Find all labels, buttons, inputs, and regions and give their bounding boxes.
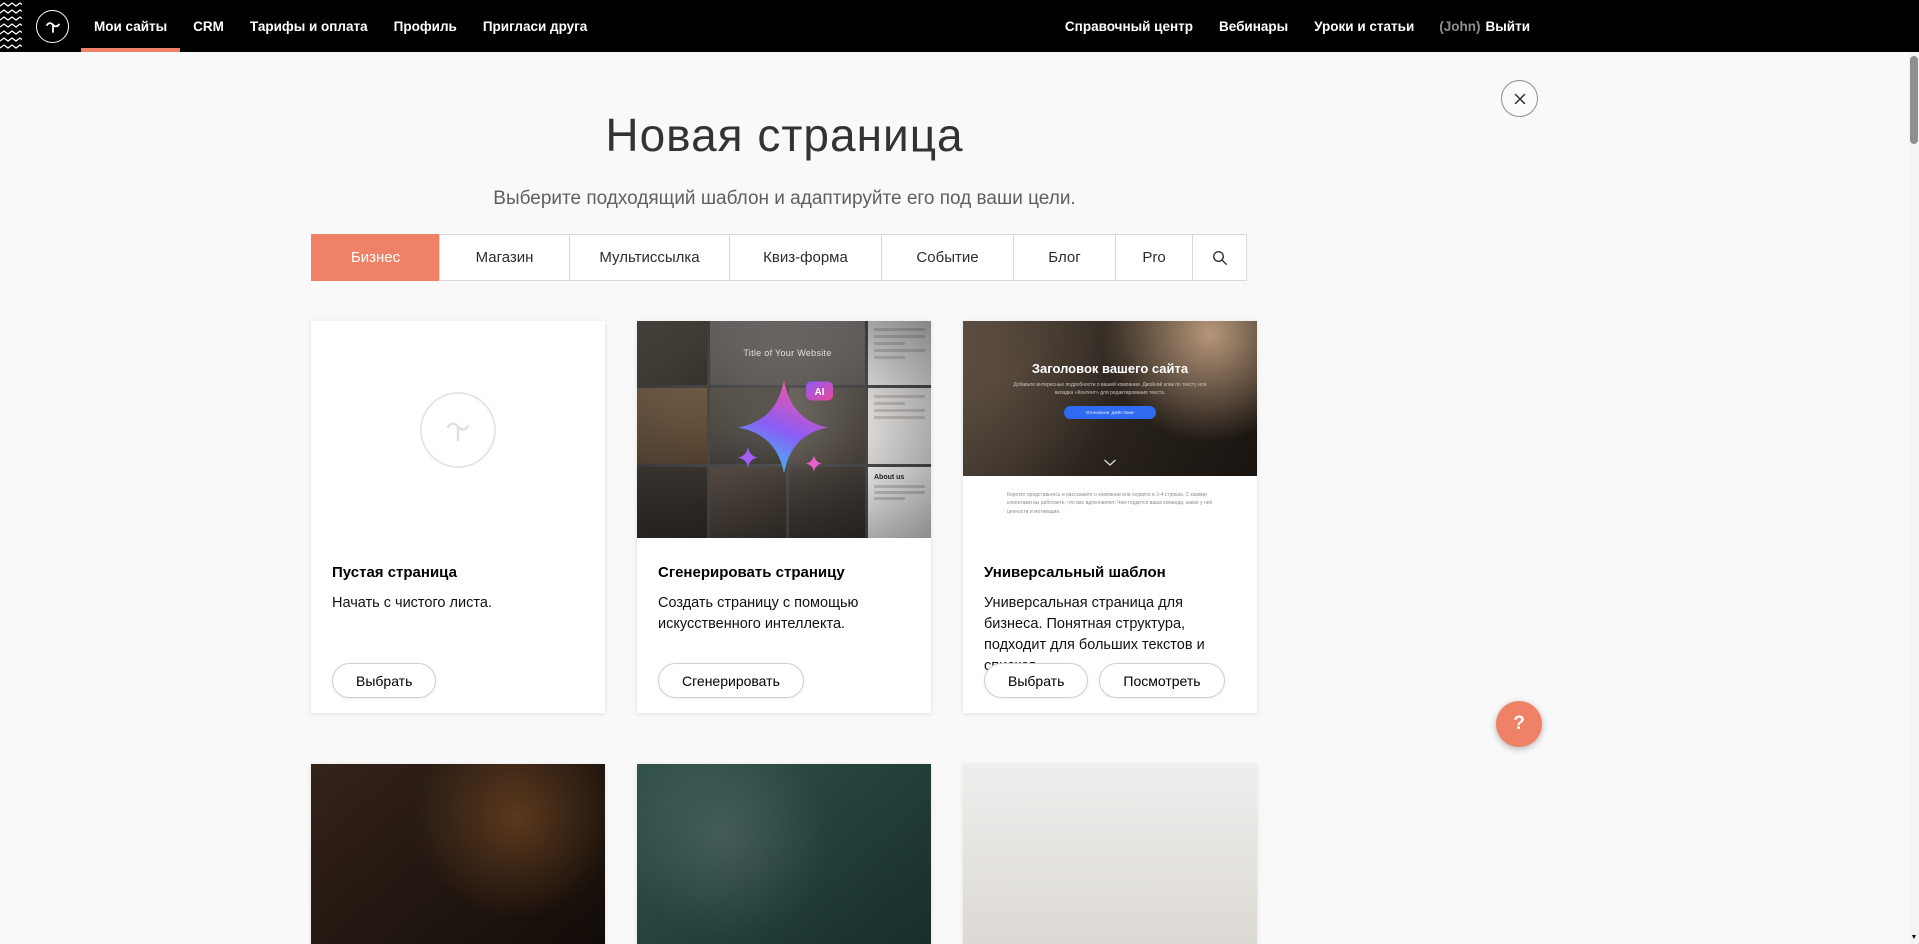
template-card-partial bbox=[311, 764, 605, 944]
top-navbar: Мои сайты CRM Тарифы и оплата Профиль Пр… bbox=[0, 0, 1919, 52]
preview-hero: Заголовок вашего сайта Добавьте интересн… bbox=[963, 321, 1257, 476]
choose-button[interactable]: Выбрать bbox=[332, 663, 436, 698]
card-title: Сгенерировать страницу bbox=[658, 564, 910, 581]
generate-button[interactable]: Сгенерировать bbox=[658, 663, 804, 698]
nav-profile[interactable]: Профиль bbox=[381, 0, 470, 52]
scrollbar[interactable]: ▼ bbox=[1909, 0, 1919, 944]
tab-store[interactable]: Магазин bbox=[439, 234, 570, 281]
template-card-partial bbox=[637, 764, 931, 944]
ai-sparkle-icon: AI bbox=[699, 352, 869, 507]
blank-watermark bbox=[311, 321, 605, 538]
nav-crm[interactable]: CRM bbox=[180, 0, 237, 52]
card-title: Пустая страница bbox=[332, 564, 584, 581]
preview-about-text: Коротко представьтесь и расскажите о ком… bbox=[1007, 491, 1213, 538]
preview-hero-title: Заголовок вашего сайта bbox=[1032, 361, 1188, 376]
close-icon bbox=[1513, 92, 1527, 106]
tab-blog[interactable]: Блог bbox=[1013, 234, 1116, 281]
tilda-watermark-circle bbox=[420, 392, 496, 468]
card-ai-generate: Title of Your Website About us bbox=[637, 321, 931, 713]
card-description: Создать страницу с помощью искусственног… bbox=[658, 593, 910, 635]
preview-about-section: Коротко представьтесь и расскажите о ком… bbox=[963, 476, 1257, 538]
nav-help-center[interactable]: Справочный центр bbox=[1052, 19, 1206, 34]
tilda-logo-icon bbox=[44, 17, 62, 35]
template-preview-image bbox=[963, 764, 1257, 944]
user-chunk: (John) Выйти bbox=[1427, 19, 1542, 34]
primary-nav: Мои сайты CRM Тарифы и оплата Профиль Пр… bbox=[81, 0, 600, 52]
choose-button[interactable]: Выбрать bbox=[984, 663, 1088, 698]
chevron-down-icon bbox=[1104, 453, 1117, 471]
preview-hero-button: Основное действие bbox=[1064, 406, 1156, 419]
card-actions: Выбрать Посмотреть bbox=[984, 663, 1225, 698]
nav-webinars[interactable]: Вебинары bbox=[1206, 19, 1301, 34]
nav-my-sites[interactable]: Мои сайты bbox=[81, 0, 180, 52]
tab-event[interactable]: Событие bbox=[881, 234, 1014, 281]
page-subtitle: Выберите подходящий шаблон и адаптируйте… bbox=[311, 188, 1258, 210]
template-category-tabs: Бизнес Магазин Мультиссылка Квиз-форма С… bbox=[311, 234, 1258, 281]
card-actions: Выбрать bbox=[332, 663, 436, 698]
card-blank-page: Пустая страница Начать с чистого листа. … bbox=[311, 321, 605, 713]
user-name: (John) bbox=[1439, 19, 1480, 34]
universal-template-preview: Заголовок вашего сайта Добавьте интересн… bbox=[963, 321, 1257, 538]
tab-multilink[interactable]: Мультиссылка bbox=[569, 234, 730, 281]
tab-pro[interactable]: Pro bbox=[1115, 234, 1193, 281]
blank-page-preview bbox=[311, 321, 605, 538]
nav-invite-friend[interactable]: Пригласи друга bbox=[470, 0, 600, 52]
tab-search[interactable] bbox=[1192, 234, 1247, 281]
nav-tariffs-payment[interactable]: Тарифы и оплата bbox=[237, 0, 381, 52]
template-preview-image bbox=[637, 764, 931, 944]
card-title: Универсальный шаблон bbox=[984, 564, 1236, 581]
scrollbar-thumb[interactable] bbox=[1910, 56, 1918, 144]
nav-lessons-articles[interactable]: Уроки и статьи bbox=[1301, 19, 1427, 34]
ai-badge: AI bbox=[806, 381, 833, 400]
new-page-dialog: Новая страница Выберите подходящий шабло… bbox=[311, 52, 1258, 944]
search-icon bbox=[1212, 250, 1228, 266]
page-title: Новая страница bbox=[311, 108, 1258, 162]
template-cards-row-1: Пустая страница Начать с чистого листа. … bbox=[311, 321, 1258, 713]
logout-link[interactable]: Выйти bbox=[1486, 19, 1531, 34]
template-preview-image bbox=[311, 764, 605, 944]
card-universal-template: Заголовок вашего сайта Добавьте интересн… bbox=[963, 321, 1257, 713]
ai-generate-preview: Title of Your Website About us bbox=[637, 321, 931, 538]
card-actions: Сгенерировать bbox=[658, 663, 804, 698]
svg-text:AI: AI bbox=[815, 387, 825, 398]
preview-button[interactable]: Посмотреть bbox=[1099, 663, 1224, 698]
help-button[interactable]: ? bbox=[1496, 701, 1542, 747]
close-button[interactable] bbox=[1501, 80, 1538, 117]
tab-business[interactable]: Бизнес bbox=[311, 234, 440, 281]
tilda-logo[interactable] bbox=[36, 10, 69, 43]
template-cards-row-2 bbox=[311, 764, 1258, 944]
scroll-down-arrow-icon[interactable]: ▼ bbox=[1909, 933, 1919, 943]
preview-hero-text: Добавьте интересные подробности о вашей … bbox=[1004, 382, 1216, 397]
tilda-pattern-decoration bbox=[0, 0, 22, 52]
secondary-nav: Справочный центр Вебинары Уроки и статьи… bbox=[1052, 0, 1542, 52]
card-description: Начать с чистого листа. bbox=[332, 593, 584, 614]
tilda-watermark-icon bbox=[438, 410, 478, 450]
template-card-partial bbox=[963, 764, 1257, 944]
tab-quiz-form[interactable]: Квиз-форма bbox=[729, 234, 882, 281]
